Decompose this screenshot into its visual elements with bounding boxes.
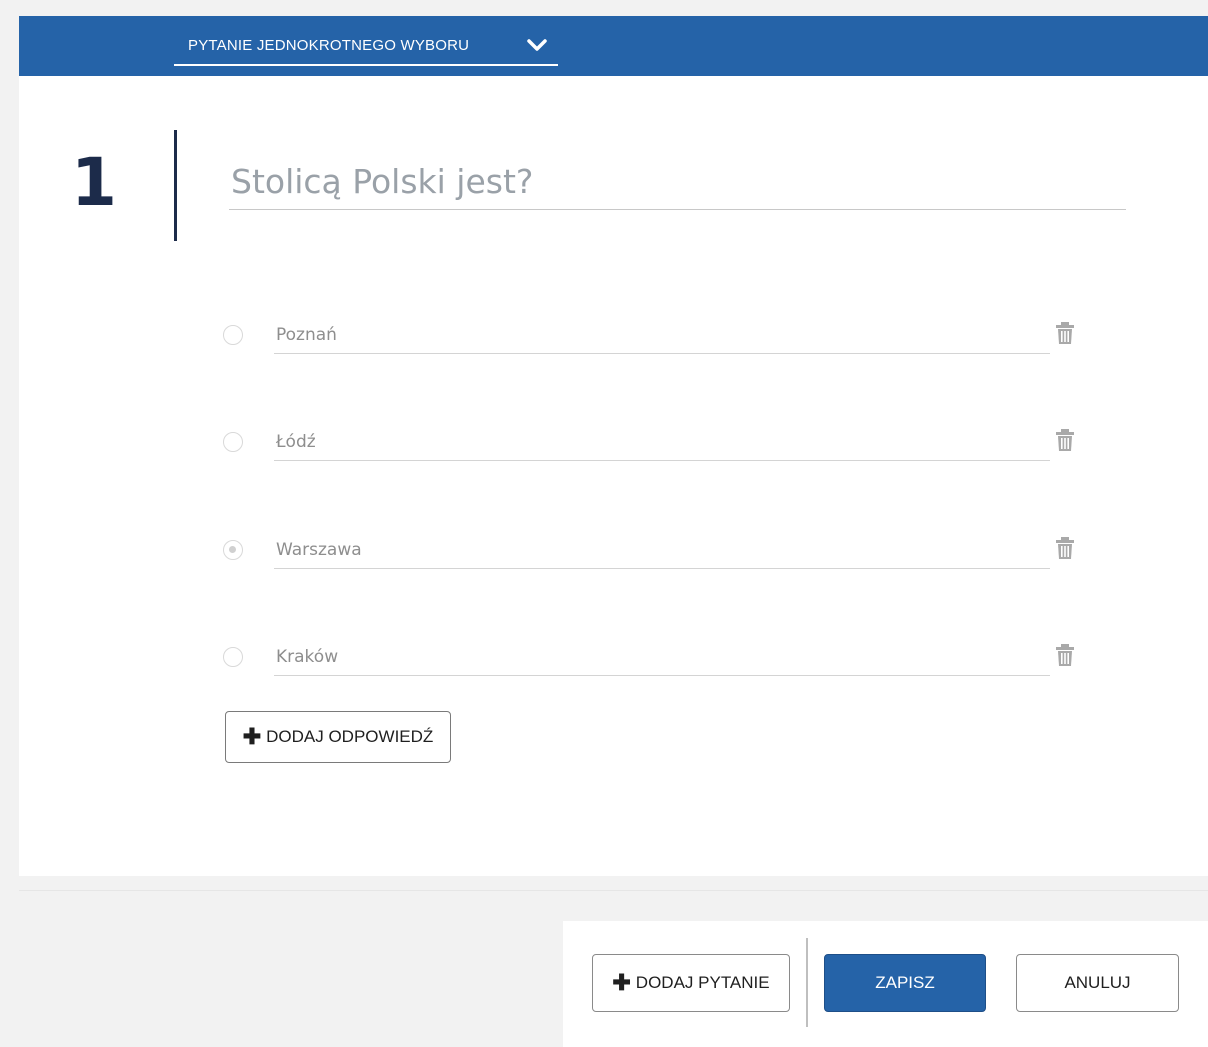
- plus-icon: ✚: [612, 970, 631, 995]
- question-card: PYTANIE JEDNOKROTNEGO WYBORU 1 Stolicą P…: [19, 16, 1208, 876]
- question-type-bar: PYTANIE JEDNOKROTNEGO WYBORU: [19, 16, 1208, 76]
- add-question-label: DODAJ PYTANIE: [635, 973, 770, 992]
- answer-row: [217, 303, 1097, 373]
- trash-icon[interactable]: [1054, 321, 1076, 345]
- save-button[interactable]: ZAPISZ: [824, 954, 986, 1012]
- answer-radio[interactable]: [223, 325, 243, 345]
- trash-icon[interactable]: [1054, 428, 1076, 452]
- add-answer-label: DODAJ ODPOWIEDŹ: [266, 727, 434, 746]
- question-number: 1: [71, 144, 117, 221]
- answer-input[interactable]: [274, 424, 1050, 461]
- footer-separator: [806, 938, 808, 1027]
- answer-radio-selected[interactable]: [223, 540, 243, 560]
- footer-actions: ✚ DODAJ PYTANIE ZAPISZ ANULUJ: [563, 921, 1208, 1047]
- answer-row: [217, 410, 1097, 480]
- answer-radio[interactable]: [223, 432, 243, 452]
- cancel-button[interactable]: ANULUJ: [1016, 954, 1179, 1012]
- add-answer-button[interactable]: ✚ DODAJ ODPOWIEDŹ: [225, 711, 451, 763]
- question-type-label: PYTANIE JEDNOKROTNEGO WYBORU: [188, 37, 470, 54]
- answer-row: [217, 625, 1097, 695]
- question-text-input[interactable]: [229, 154, 1126, 210]
- answer-input[interactable]: [274, 532, 1050, 569]
- answer-input[interactable]: [274, 639, 1050, 676]
- answer-radio[interactable]: [223, 647, 243, 667]
- plus-icon: ✚: [242, 724, 262, 749]
- add-question-button[interactable]: ✚ DODAJ PYTANIE: [592, 954, 790, 1012]
- answer-input[interactable]: [274, 317, 1050, 354]
- trash-icon[interactable]: [1054, 536, 1076, 560]
- chevron-down-icon: [527, 39, 547, 51]
- footer-divider: [19, 890, 1208, 891]
- question-divider: [174, 130, 177, 241]
- answer-row: [217, 518, 1097, 588]
- question-type-dropdown[interactable]: PYTANIE JEDNOKROTNEGO WYBORU: [174, 30, 558, 66]
- trash-icon[interactable]: [1054, 643, 1076, 667]
